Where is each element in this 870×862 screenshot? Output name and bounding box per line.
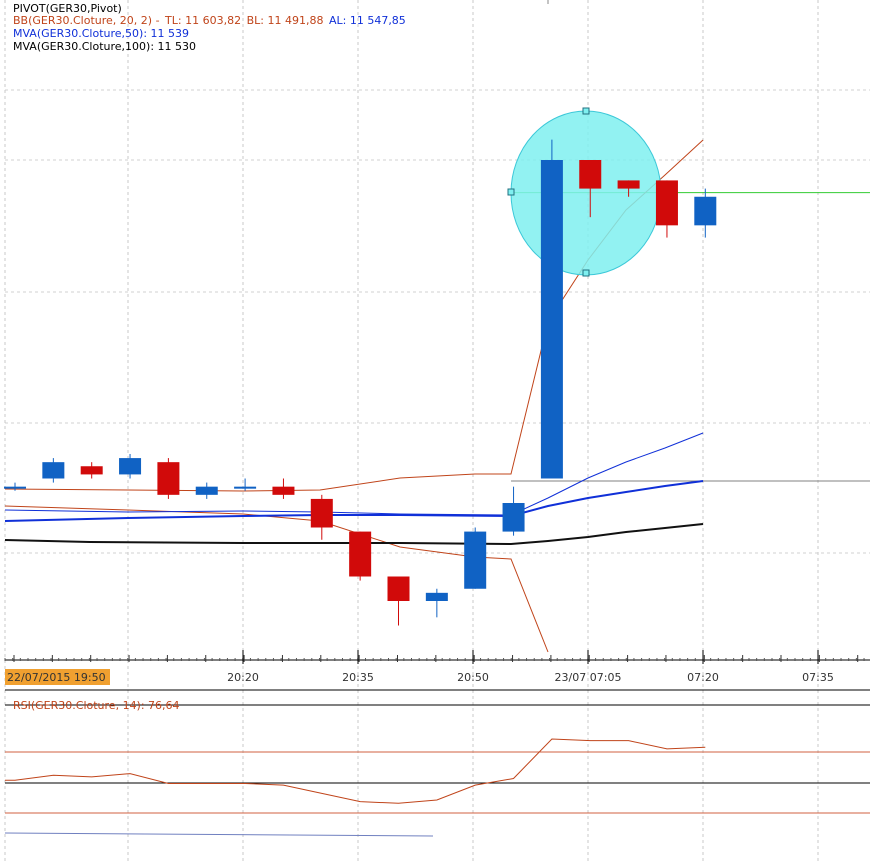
candle-body xyxy=(655,180,678,226)
candle-14 xyxy=(502,486,525,536)
candle-body xyxy=(157,462,180,495)
candle-body xyxy=(694,196,717,226)
legend-mva50: MVA(GER30.Cloture,50): 11 539 xyxy=(13,27,190,40)
candle-3 xyxy=(80,462,103,479)
candle-body xyxy=(540,160,563,479)
candle-body xyxy=(234,486,257,489)
candle-12 xyxy=(425,588,448,618)
candle-body xyxy=(310,498,333,528)
candle-body xyxy=(425,592,448,601)
legend-rsi: RSI(GER30.Cloture, 14): 76,64 xyxy=(13,699,180,712)
legend-bb-bl: BL: 11 491,88 xyxy=(246,14,324,27)
axis-tick-label: 07:35 xyxy=(802,671,834,684)
candle-body xyxy=(42,462,65,479)
axis-tick-label: 23/07 07:05 xyxy=(555,671,622,684)
mva50-thin xyxy=(4,432,704,516)
candle-7 xyxy=(234,478,257,491)
candle-5 xyxy=(157,458,180,499)
candle-6 xyxy=(195,482,218,499)
legend-bb: BB(GER30.Cloture, 20, 2) - TL: 11 603,82… xyxy=(13,15,408,27)
legend-bb-tl: TL: 11 603,82 xyxy=(165,14,242,27)
legend-mva100: MVA(GER30.Cloture,100): 11 530 xyxy=(13,40,197,53)
rsi-signal-line xyxy=(4,832,434,837)
axis-tick-label: 20:50 xyxy=(457,671,489,684)
candle-body xyxy=(80,466,103,475)
time-axis: 22/07/2015 19:50 20:20 20:35 20:50 23/07 07:… xyxy=(4,650,870,691)
candle-body xyxy=(4,486,26,489)
axis-tick-label: 07:20 xyxy=(687,671,719,684)
axis-tick-label: 20:35 xyxy=(342,671,374,684)
candle-18 xyxy=(655,180,678,238)
highlight-circle[interactable] xyxy=(510,110,662,276)
candle-15 xyxy=(540,139,563,479)
axis-tick-label: 22/07/2015 19:50 xyxy=(7,671,106,684)
rsi-line xyxy=(5,738,706,804)
price-chart[interactable]: 22/07/2015 19:50 20:20 20:35 20:50 23/07 07:… xyxy=(0,0,870,862)
candle-body xyxy=(272,486,295,495)
candle-body xyxy=(387,576,410,601)
handle-bottom[interactable] xyxy=(582,269,590,277)
candle-body xyxy=(119,458,142,475)
handle-left[interactable] xyxy=(507,188,515,196)
handle-top[interactable] xyxy=(582,107,590,115)
mva50-line xyxy=(4,480,704,522)
candle-body xyxy=(195,486,218,495)
candle-13 xyxy=(464,527,487,589)
candle-2 xyxy=(42,458,65,483)
candle-10 xyxy=(349,531,372,581)
candle-8 xyxy=(272,478,295,499)
candle-11 xyxy=(387,576,410,626)
legend-bb-al: AL: 11 547,85 xyxy=(328,14,406,27)
grid xyxy=(4,0,870,862)
candle-body xyxy=(502,503,525,532)
axis-tick-label: 20:20 xyxy=(227,671,259,684)
candle-4 xyxy=(119,454,142,479)
candle-body xyxy=(617,180,640,189)
legend-bb-name: BB(GER30.Cloture, 20, 2) - xyxy=(13,14,160,27)
candle-body xyxy=(349,531,372,577)
candle-body xyxy=(464,531,487,589)
candle-19 xyxy=(694,188,717,238)
candle-body xyxy=(579,160,602,189)
rsi-panel xyxy=(4,704,870,837)
candle-9 xyxy=(310,494,333,540)
